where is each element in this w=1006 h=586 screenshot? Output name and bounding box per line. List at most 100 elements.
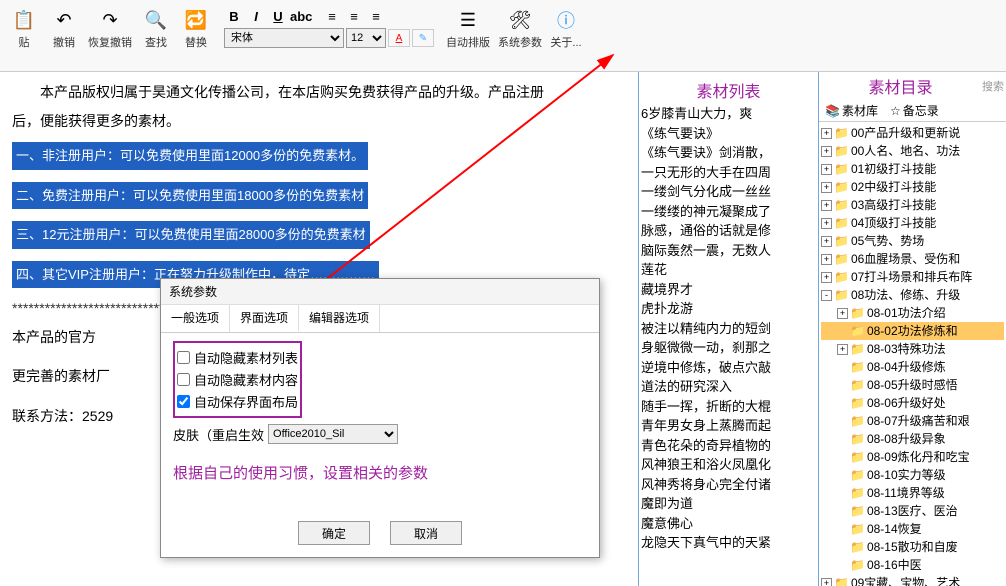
list-item[interactable]: 虎扑龙游	[641, 299, 816, 319]
list-item[interactable]: 藏境界才	[641, 280, 816, 300]
cancel-button[interactable]: 取消	[390, 521, 462, 545]
tree-item[interactable]: 📁08-02功法修炼和	[821, 322, 1004, 340]
tree-label: 05气势、势场	[851, 232, 924, 250]
list-item[interactable]: 风神秀将身心完全付诸	[641, 475, 816, 495]
list-item[interactable]: 魔意佛心	[641, 514, 816, 534]
material-tree[interactable]: +📁00产品升级和更新说+📁00人名、地名、功法+📁01初级打斗技能+📁02中级…	[819, 122, 1006, 586]
list-item[interactable]: 被注以精纯内力的短剑	[641, 319, 816, 339]
tree-item[interactable]: +📁00产品升级和更新说	[821, 124, 1004, 142]
tree-label: 02中级打斗技能	[851, 178, 936, 196]
expand-icon[interactable]: -	[821, 290, 832, 301]
list-item[interactable]: 魔即为道	[641, 494, 816, 514]
tree-item[interactable]: +📁03高级打斗技能	[821, 196, 1004, 214]
underline-button[interactable]: U	[268, 6, 288, 26]
list-item[interactable]: 道法的研究深入	[641, 377, 816, 397]
expand-icon[interactable]: +	[821, 272, 832, 283]
tab-notes[interactable]: ☆备忘录	[884, 100, 945, 121]
tree-item[interactable]: 📁08-08升级异象	[821, 430, 1004, 448]
list-item[interactable]: 一缕剑气分化成一丝丝	[641, 182, 816, 202]
list-item[interactable]: 逆境中修炼，破点穴敲	[641, 358, 816, 378]
tree-item[interactable]: +📁04顶级打斗技能	[821, 214, 1004, 232]
highlight-button[interactable]: ✎	[412, 29, 434, 47]
tree-item[interactable]: +📁08-03特殊功法	[821, 340, 1004, 358]
font-family-select[interactable]: 宋体	[224, 28, 344, 48]
list-item[interactable]: 莲花	[641, 260, 816, 280]
list-item[interactable]: 龙隐天下真气中的天紧	[641, 533, 816, 553]
tree-item[interactable]: +📁01初级打斗技能	[821, 160, 1004, 178]
tree-item[interactable]: -📁08功法、修练、升级	[821, 286, 1004, 304]
about-button[interactable]: ⓘ 关于...	[550, 2, 582, 50]
tree-item[interactable]: +📁09宝藏、宝物、艺术	[821, 574, 1004, 586]
expand-icon[interactable]: +	[821, 254, 832, 265]
list-item[interactable]: 《练气要诀》	[641, 124, 816, 144]
tree-item[interactable]: 📁08-14恢复	[821, 520, 1004, 538]
chk-hide-list[interactable]	[177, 351, 190, 364]
system-params-button[interactable]: 🛠 系统参数	[498, 2, 542, 50]
align-left-button[interactable]: ≡	[322, 6, 342, 26]
list-item[interactable]: 《练气要诀》剑消散，	[641, 143, 816, 163]
expand-icon[interactable]: +	[821, 236, 832, 247]
main-toolbar: 📋 贴 ↶ 撤销 ↷ 恢复撤销 🔍 查找 🔁 替换 B I U abc ≡ ≡ …	[0, 0, 1006, 72]
tree-item[interactable]: 📁08-13医疗、医治	[821, 502, 1004, 520]
ok-button[interactable]: 确定	[298, 521, 370, 545]
chk-hide-content[interactable]	[177, 373, 190, 386]
tree-item[interactable]: 📁08-11境界等级	[821, 484, 1004, 502]
tree-label: 08-08升级异象	[867, 430, 946, 448]
expand-icon[interactable]: +	[821, 128, 832, 139]
list-item[interactable]: 青年男女身上蒸腾而起	[641, 416, 816, 436]
chk-save-layout[interactable]	[177, 395, 190, 408]
align-center-button[interactable]: ≡	[344, 6, 364, 26]
list-item[interactable]: 随手一挥，折断的大棍	[641, 397, 816, 417]
strike-button[interactable]: abc	[290, 6, 310, 26]
list-item[interactable]: 6岁膝青山大力，爽	[641, 104, 816, 124]
tree-item[interactable]: 📁08-05升级时感悟	[821, 376, 1004, 394]
expand-icon[interactable]: +	[837, 308, 848, 319]
tree-item[interactable]: +📁08-01功法介绍	[821, 304, 1004, 322]
font-size-select[interactable]: 12	[346, 28, 386, 48]
list-item[interactable]: 身躯微微一动，刹那之	[641, 338, 816, 358]
tree-item[interactable]: 📁08-06升级好处	[821, 394, 1004, 412]
tree-item[interactable]: 📁08-07升级痛苦和艰	[821, 412, 1004, 430]
undo-button[interactable]: ↶ 撤销	[48, 2, 80, 50]
tree-item[interactable]: 📁08-15散功和自废	[821, 538, 1004, 556]
redo-button[interactable]: ↷ 恢复撤销	[88, 2, 132, 50]
dialog-tab-editor[interactable]: 编辑器选项	[299, 305, 380, 332]
auto-layout-button[interactable]: ☰ 自动排版	[446, 2, 490, 50]
skin-select[interactable]: Office2010_Sil	[268, 424, 398, 444]
tree-item[interactable]: 📁08-10实力等级	[821, 466, 1004, 484]
list-item[interactable]: 一只无形的大手在四周	[641, 163, 816, 183]
bold-button[interactable]: B	[224, 6, 244, 26]
tree-item[interactable]: +📁02中级打斗技能	[821, 178, 1004, 196]
font-color-button[interactable]: A	[388, 29, 410, 47]
list-item[interactable]: 脉感，通俗的话就是修	[641, 221, 816, 241]
paste-button[interactable]: 📋 贴	[8, 2, 40, 50]
expand-icon[interactable]: +	[821, 218, 832, 229]
tab-library[interactable]: 📚素材库	[819, 100, 884, 121]
list-item[interactable]: 青色花朵的奇异植物的	[641, 436, 816, 456]
find-button[interactable]: 🔍 查找	[140, 2, 172, 50]
search-input[interactable]: 搜索	[982, 78, 1006, 94]
expand-icon[interactable]: +	[821, 200, 832, 211]
expand-icon[interactable]: +	[821, 578, 832, 586]
expand-icon[interactable]: +	[821, 164, 832, 175]
dialog-tab-ui[interactable]: 界面选项	[230, 305, 299, 332]
list-item[interactable]: 脑际轰然一震，无数人	[641, 241, 816, 261]
expand-icon[interactable]: +	[821, 146, 832, 157]
tree-label: 08-10实力等级	[867, 466, 946, 484]
list-item[interactable]: 一缕缕的神元凝聚成了	[641, 202, 816, 222]
expand-icon[interactable]: +	[821, 182, 832, 193]
tree-item[interactable]: 📁08-16中医	[821, 556, 1004, 574]
tree-item[interactable]: 📁08-09炼化丹和吃宝	[821, 448, 1004, 466]
align-right-button[interactable]: ≡	[366, 6, 386, 26]
tree-item[interactable]: +📁05气势、势场	[821, 232, 1004, 250]
list-item[interactable]: 风神狼王和浴火凤凰化	[641, 455, 816, 475]
dialog-tab-general[interactable]: 一般选项	[161, 305, 230, 332]
folder-icon: 📁	[850, 556, 865, 574]
tree-item[interactable]: +📁07打斗场景和排兵布阵	[821, 268, 1004, 286]
replace-button[interactable]: 🔁 替换	[180, 2, 212, 50]
italic-button[interactable]: I	[246, 6, 266, 26]
tree-item[interactable]: +📁06血腥场景、受伤和	[821, 250, 1004, 268]
tree-item[interactable]: 📁08-04升级修炼	[821, 358, 1004, 376]
expand-icon[interactable]: +	[837, 344, 848, 355]
tree-item[interactable]: +📁00人名、地名、功法	[821, 142, 1004, 160]
